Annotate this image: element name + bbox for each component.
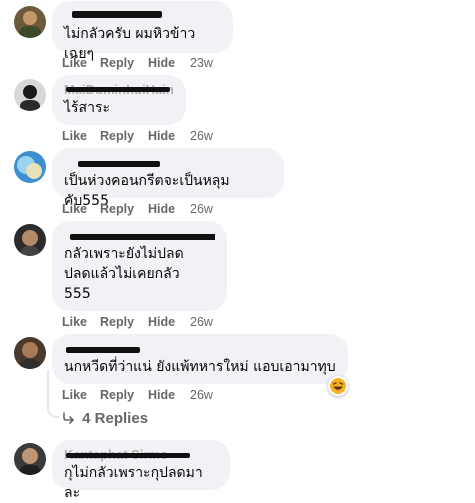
haha-reaction-icon[interactable] bbox=[328, 376, 348, 396]
comment-author[interactable] bbox=[64, 155, 272, 171]
comment-text: ไร้สาระ bbox=[64, 100, 111, 116]
avatar[interactable] bbox=[14, 151, 46, 183]
comment-bubble: กลัวเพราะยังไม่ปลด ปลดแล้วไม่เคยกลัว 555 bbox=[52, 221, 227, 311]
like-button[interactable]: Like bbox=[62, 202, 87, 216]
thread-curve bbox=[47, 404, 59, 418]
hide-button[interactable]: Hide bbox=[148, 315, 175, 329]
redaction-bar bbox=[66, 453, 190, 458]
comment-bubble: นกหวีดที่ว่าแน่ ยังแพ้ทหารใหม่ แอบเอามาท… bbox=[52, 334, 348, 384]
avatar[interactable] bbox=[14, 337, 46, 369]
redaction-bar bbox=[78, 161, 160, 167]
avatar[interactable] bbox=[14, 79, 46, 111]
redaction-bar bbox=[66, 347, 140, 353]
reply-button[interactable]: Reply bbox=[100, 56, 134, 70]
comment-text: กลัวเพราะยังไม่ปลด ปลดแล้วไม่เคยกลัว 555 bbox=[64, 246, 184, 302]
redaction-bar bbox=[70, 234, 215, 240]
comment-bubble: MaiDuminhuiHain ไร้สาระ bbox=[52, 75, 186, 125]
replies-count: 4 Replies bbox=[82, 410, 149, 427]
reply-arrow-icon bbox=[62, 410, 78, 427]
reply-button[interactable]: Reply bbox=[100, 202, 134, 216]
like-button[interactable]: Like bbox=[62, 129, 87, 143]
reply-button[interactable]: Reply bbox=[100, 129, 134, 143]
redaction-bar bbox=[66, 87, 170, 92]
comment-text: นกหวีดที่ว่าแน่ ยังแพ้ทหารใหม่ แอบเอามาท… bbox=[64, 359, 336, 375]
timestamp[interactable]: 23w bbox=[190, 56, 213, 70]
hide-button[interactable]: Hide bbox=[148, 56, 175, 70]
hide-button[interactable]: Hide bbox=[148, 388, 175, 402]
avatar[interactable] bbox=[14, 443, 46, 475]
comment-author[interactable] bbox=[64, 341, 336, 357]
thread-line bbox=[47, 370, 49, 408]
reply-button[interactable]: Reply bbox=[100, 388, 134, 402]
comment-bubble: ไม่กลัวครับ ผมหิวข้าวเฉยๆ bbox=[52, 1, 233, 62]
comment-text: กุไม่กลัวเพราะกุปลดมาละ bbox=[64, 465, 203, 501]
redaction-bar bbox=[72, 11, 162, 18]
like-button[interactable]: Like bbox=[62, 56, 87, 70]
comment-bubble: เป็นห่วงคอนกรีตจะเป็นหลุมคับ555 bbox=[52, 148, 284, 209]
view-replies-link[interactable]: 4 Replies bbox=[62, 410, 148, 427]
timestamp[interactable]: 26w bbox=[190, 388, 213, 402]
comment-bubble: Kantaphat Sirmo กุไม่กลัวเพราะกุปลดมาละ bbox=[52, 440, 230, 501]
timestamp[interactable]: 26w bbox=[190, 202, 213, 216]
timestamp[interactable]: 26w bbox=[190, 315, 213, 329]
like-button[interactable]: Like bbox=[62, 388, 87, 402]
like-button[interactable]: Like bbox=[62, 315, 87, 329]
avatar[interactable] bbox=[14, 224, 46, 256]
comment-author[interactable]: Kantaphat Sirmo bbox=[64, 447, 218, 463]
reply-button[interactable]: Reply bbox=[100, 315, 134, 329]
hide-button[interactable]: Hide bbox=[148, 202, 175, 216]
comment-author[interactable]: MaiDuminhuiHain bbox=[64, 82, 174, 98]
hide-button[interactable]: Hide bbox=[148, 129, 175, 143]
comment-author[interactable] bbox=[64, 8, 221, 24]
comment-author[interactable] bbox=[64, 228, 215, 244]
avatar[interactable] bbox=[14, 6, 46, 38]
timestamp[interactable]: 26w bbox=[190, 129, 213, 143]
